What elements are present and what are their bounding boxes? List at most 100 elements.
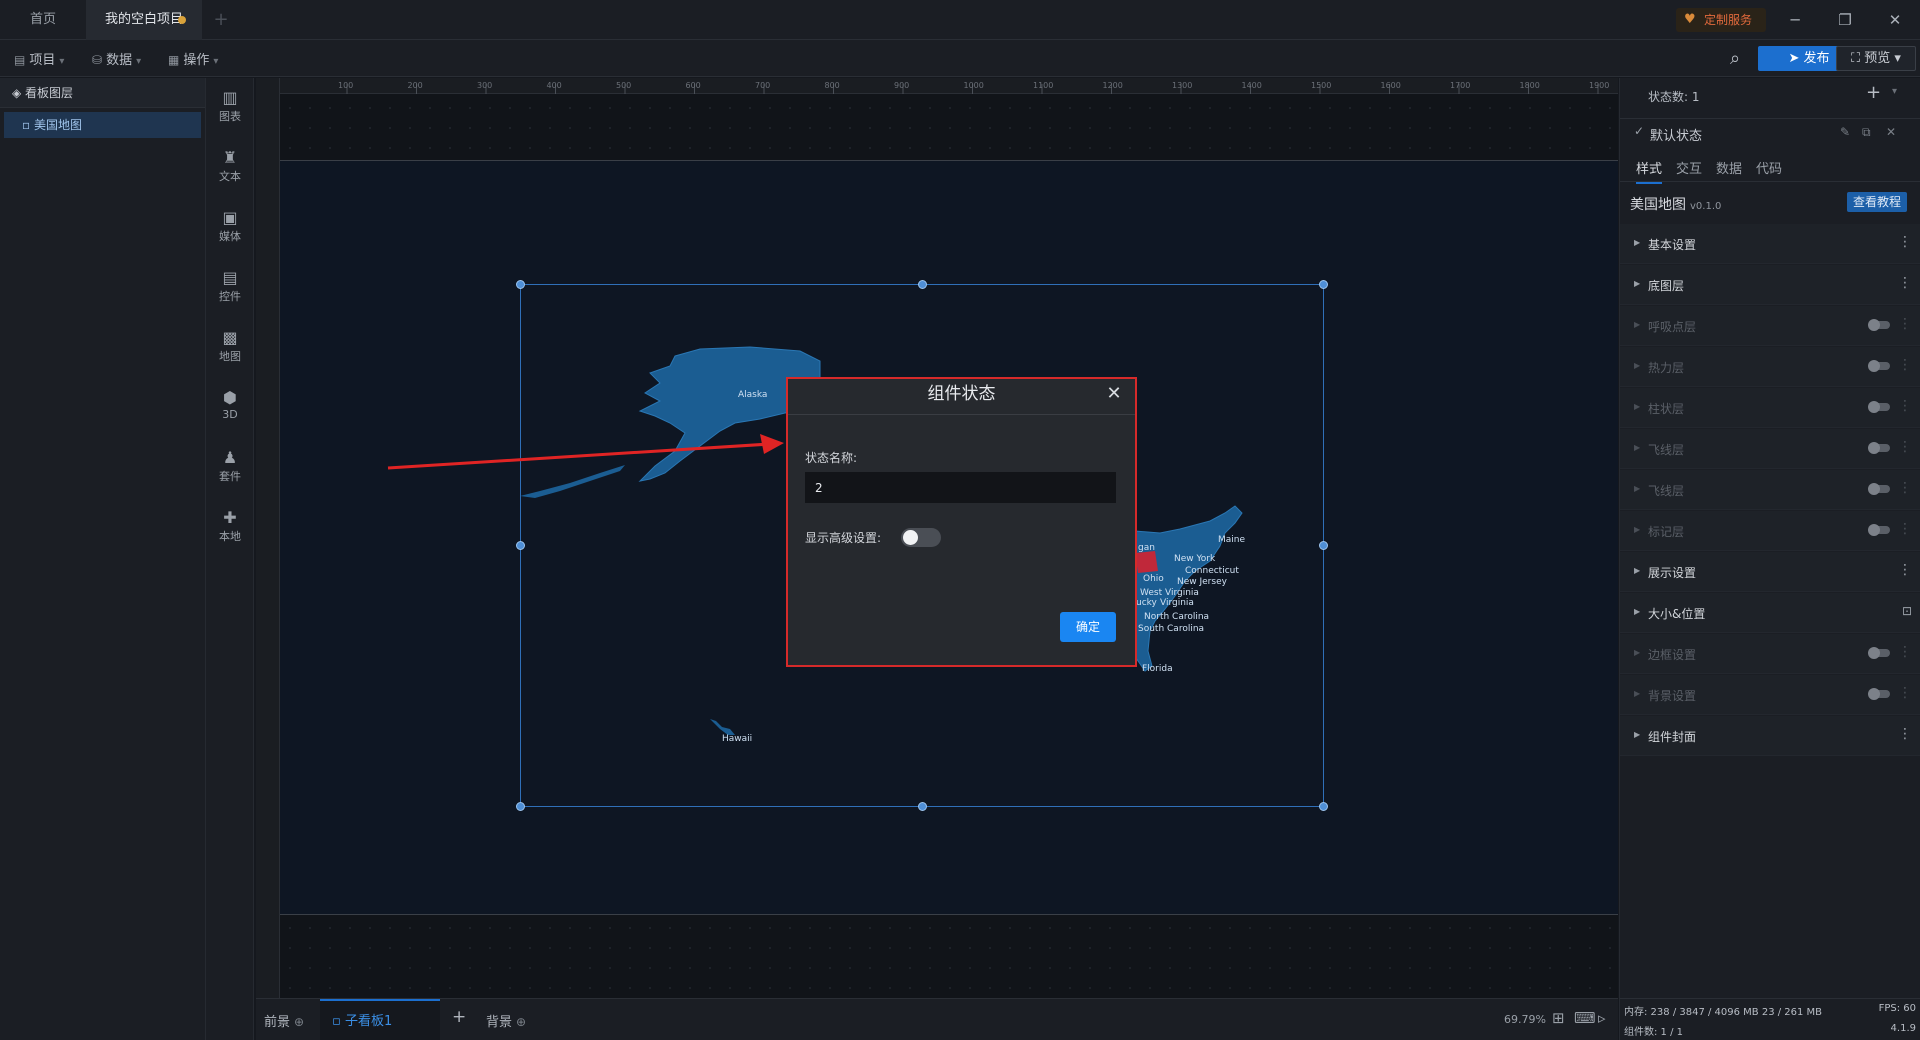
tab-project[interactable]: 我的空白项目 [86,0,202,40]
tab-code[interactable]: 代码 [1756,158,1782,177]
comp-chart[interactable]: ▥ 图表 [206,88,254,124]
menu-data[interactable]: ⛁ 数据 ▾ [92,49,141,68]
more-icon[interactable]: ⋮ [1898,439,1912,455]
map-layer-icon: ▫ [22,118,34,132]
fit-screen-icon[interactable]: ⊞ [1552,1009,1565,1027]
custom-service-button[interactable]: ♥ 定制服务 [1676,8,1766,32]
search-icon[interactable]: ⌕ [1722,46,1748,72]
expand-arrow-icon: ▶ [1634,279,1641,288]
add-board-button[interactable]: + [452,1007,466,1027]
layer-item-us-map[interactable]: ▫ 美国地图 [4,112,201,138]
settings-section[interactable]: ▶ 飞线层 ⋮ [1620,429,1920,469]
view-tutorial-button[interactable]: 查看教程 [1847,192,1907,212]
section-name: 柱状层 [1648,402,1685,416]
tab-background[interactable]: 背景 ⊕ [486,1011,526,1030]
more-icon[interactable]: ⋮ [1898,521,1912,537]
comp-control[interactable]: ▤ 控件 [206,268,254,304]
keyboard-icon[interactable]: ⌨ [1574,1009,1596,1027]
more-icon[interactable]: ⋮ [1898,685,1912,701]
section-toggle[interactable] [1868,647,1890,659]
resize-handle-l[interactable] [516,541,525,550]
menu-operate[interactable]: ▦ 操作 ▾ [168,49,218,68]
comp-local[interactable]: ✚ 本地 [206,508,254,544]
tab-foreground[interactable]: 前景 ⊕ [264,1011,304,1030]
resize-handle-t[interactable] [918,280,927,289]
settings-section[interactable]: ▶ 基本设置 ⋮ [1620,224,1920,264]
section-toggle[interactable] [1868,401,1890,413]
edit-icon[interactable]: ✎ [1840,125,1850,139]
settings-section[interactable]: ▶ 大小&位置 ⊡ [1620,593,1920,633]
tab-style[interactable]: 样式 [1636,158,1663,184]
add-circle-icon[interactable]: ⊕ [294,1015,304,1029]
section-toggle[interactable] [1868,524,1890,536]
comp-text[interactable]: ♜ 文本 [206,148,254,184]
settings-section[interactable]: ▶ 背景设置 ⋮ [1620,675,1920,715]
settings-section[interactable]: ▶ 飞线层 ⋮ [1620,470,1920,510]
add-state-button[interactable]: + [1866,82,1881,103]
section-toggle[interactable] [1868,442,1890,454]
settings-section[interactable]: ▶ 标记层 ⋮ [1620,511,1920,551]
add-tab-button[interactable]: + [206,0,236,40]
settings-section[interactable]: ▶ 热力层 ⋮ [1620,347,1920,387]
advanced-settings-toggle[interactable] [901,528,941,547]
settings-section[interactable]: ▶ 呼吸点层 ⋮ [1620,306,1920,346]
more-icon[interactable]: ⋮ [1898,316,1912,332]
comp-kit[interactable]: ♟ 套件 [206,448,254,484]
section-toggle[interactable] [1868,319,1890,331]
more-icon[interactable]: ⋮ [1898,726,1912,742]
more-icon[interactable]: ⋮ [1898,562,1912,578]
more-icon[interactable]: ⋮ [1898,480,1912,496]
section-toggle[interactable] [1868,483,1890,495]
settings-section[interactable]: ▶ 展示设置 ⋮ [1620,552,1920,592]
settings-section[interactable]: ▶ 组件封面 ⋮ [1620,716,1920,756]
section-toggle[interactable] [1868,360,1890,372]
more-icon[interactable]: ⋮ [1898,644,1912,660]
tab-interaction[interactable]: 交互 [1676,158,1702,177]
resize-handle-tr[interactable] [1319,280,1328,289]
expand-arrow-icon: ▶ [1634,648,1641,657]
console-icon[interactable]: ▹ [1598,1009,1606,1027]
zoom-level[interactable]: 69.79% [1504,1013,1546,1026]
state-count: 状态数: 1 [1648,90,1700,104]
comp-media[interactable]: ▣ 媒体 [206,208,254,244]
comp-3d[interactable]: ⬢ 3D [206,388,254,421]
state-name-input[interactable] [805,472,1116,503]
comp-map[interactable]: ▩ 地图 [206,328,254,364]
resize-handle-r[interactable] [1319,541,1328,550]
expand-arrow-icon: ▶ [1634,689,1641,698]
bottom-bar: 前景 ⊕ ▫ 子看板1 + 背景 ⊕ 69.79% ⊞ ⌨ ▹ [256,998,1618,1040]
menu-project[interactable]: ▤ 项目 ▾ [14,49,64,68]
resize-handle-bl[interactable] [516,802,525,811]
section-name: 标记层 [1648,525,1685,539]
more-icon[interactable]: ⋮ [1898,398,1912,414]
settings-section[interactable]: ▶ 底图层 ⋮ [1620,265,1920,305]
default-state-row[interactable]: ✓ 默认状态 ✎ ⧉ ✕ [1620,118,1920,146]
database-icon: ⛁ [92,53,103,67]
delete-icon[interactable]: ✕ [1886,125,1896,139]
resize-handle-tl[interactable] [516,280,525,289]
resize-handle-br[interactable] [1319,802,1328,811]
tab-home[interactable]: 首页 [0,0,86,40]
lock-icon[interactable]: ⊡ [1902,604,1912,618]
close-window-icon[interactable]: ✕ [1872,0,1918,40]
settings-section[interactable]: ▶ 柱状层 ⋮ [1620,388,1920,428]
resize-handle-b[interactable] [918,802,927,811]
tab-data[interactable]: 数据 [1716,158,1742,177]
confirm-button[interactable]: 确定 [1060,612,1116,642]
tab-subboard[interactable]: ▫ 子看板1 [320,999,440,1040]
copy-icon[interactable]: ⧉ [1862,125,1871,140]
preview-button[interactable]: ⛶ 预览 ▾ [1836,46,1916,71]
more-icon[interactable]: ⋮ [1898,275,1912,291]
close-icon[interactable]: ✕ [1103,381,1125,407]
settings-section[interactable]: ▶ 边框设置 ⋮ [1620,634,1920,674]
expand-arrow-icon: ▶ [1634,238,1641,247]
section-toggle[interactable] [1868,688,1890,700]
minimize-icon[interactable]: ─ [1772,0,1818,40]
expand-arrow-icon: ▶ [1634,320,1641,329]
more-icon[interactable]: ⋮ [1898,357,1912,373]
chevron-down-icon[interactable]: ▾ [1892,86,1897,97]
title-bar: 首页 我的空白项目 + ♥ 定制服务 ─ ❐ ✕ [0,0,1920,40]
add-circle-icon[interactable]: ⊕ [516,1015,526,1029]
more-icon[interactable]: ⋮ [1898,234,1912,250]
restore-icon[interactable]: ❐ [1822,0,1868,40]
